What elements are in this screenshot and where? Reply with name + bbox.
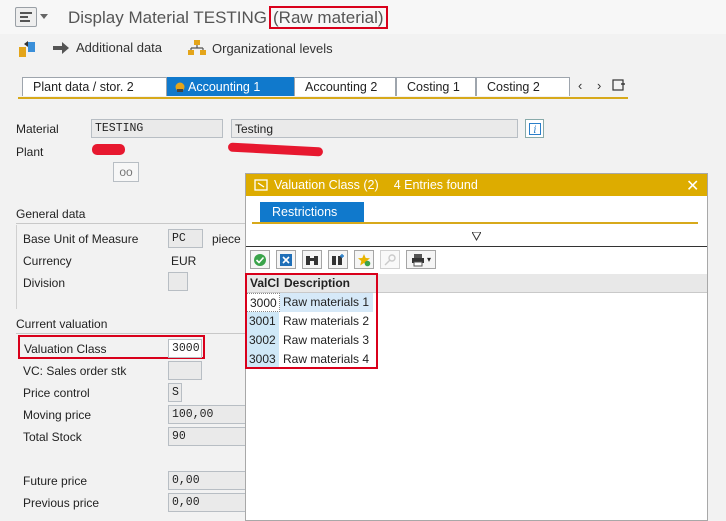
- restrictions-bar: [252, 222, 698, 224]
- print-button[interactable]: ▾: [406, 250, 436, 269]
- menu-chevron-icon[interactable]: [40, 14, 48, 20]
- tab-scroll-right-icon[interactable]: ›: [597, 78, 601, 93]
- current-valuation-title: Current valuation: [16, 317, 108, 331]
- tab-list-icon[interactable]: [612, 78, 626, 95]
- check-icon: [254, 253, 266, 266]
- tab-label: Accounting 1: [188, 80, 261, 94]
- popup-entries-found: 4 Entries found: [393, 178, 478, 192]
- plant-label: Plant: [16, 145, 44, 159]
- current-valuation-header: Current valuation: [16, 317, 246, 334]
- material-label: Material: [16, 122, 59, 136]
- expand-restrictions-icon[interactable]: [471, 230, 482, 242]
- org-chart-icon: [188, 40, 206, 55]
- menu-button[interactable]: [15, 7, 37, 27]
- close-icon[interactable]: ✕: [686, 176, 699, 196]
- svg-text:i: i: [533, 125, 536, 135]
- price-control-field[interactable]: S: [168, 383, 182, 402]
- key-button[interactable]: [380, 250, 400, 269]
- org-levels-label: Organizational levels: [212, 40, 333, 56]
- tab-status-icon: [175, 82, 185, 92]
- plant-value-redacted: [92, 144, 125, 155]
- chevron-down-icon: ▾: [426, 255, 431, 264]
- popup-window-icon: [254, 179, 268, 191]
- popup-title: Valuation Class (2): [274, 178, 379, 192]
- tab-label: Costing 1: [407, 80, 460, 94]
- cancel-button[interactable]: [276, 250, 296, 269]
- tab-scroll-left-icon[interactable]: ‹: [578, 78, 582, 93]
- switch-view-button[interactable]: [18, 40, 38, 58]
- popup-header[interactable]: Valuation Class (2) 4 Entries found: [246, 174, 707, 196]
- menu-icon: [20, 12, 32, 22]
- confirm-button[interactable]: [250, 250, 270, 269]
- valuation-class-field[interactable]: 3000: [168, 339, 202, 358]
- tab-label: Accounting 2: [305, 80, 378, 94]
- printer-icon: [411, 253, 424, 266]
- key-icon: [384, 253, 396, 265]
- glasses-icon[interactable]: oo: [113, 162, 139, 182]
- plant-name-redacted: [227, 142, 324, 157]
- binoculars-icon: [306, 255, 318, 265]
- material-type-highlight: (Raw material): [269, 6, 388, 29]
- page-title: Display Material TESTING (Raw material): [68, 6, 388, 29]
- division-field[interactable]: [168, 272, 188, 291]
- total-stock-label: Total Stock: [23, 430, 82, 444]
- tab-label: Plant data / stor. 2: [33, 80, 134, 94]
- previous-price-field[interactable]: 0,00: [168, 493, 246, 512]
- price-control-label: Price control: [23, 386, 90, 400]
- base-uom-text: piece: [212, 232, 241, 246]
- base-uom-field[interactable]: PC: [168, 229, 203, 248]
- additional-data-label: Additional data: [76, 40, 163, 55]
- binoculars-plus-icon: [332, 253, 344, 265]
- future-price-label: Future price: [23, 474, 88, 488]
- switch-view-icon: [19, 41, 35, 57]
- results-highlight: [245, 273, 378, 369]
- future-price-field[interactable]: 0,00: [168, 471, 246, 490]
- moving-price-label: Moving price: [23, 408, 92, 422]
- previous-price-label: Previous price: [23, 496, 100, 510]
- moving-price-field[interactable]: 100,00: [168, 405, 246, 424]
- restrictions-tab[interactable]: Restrictions: [260, 202, 364, 222]
- org-levels-button[interactable]: Organizational levels: [188, 40, 333, 56]
- star-plus-icon: [358, 253, 371, 266]
- tab-plant-data-stor-2[interactable]: Plant data / stor. 2: [22, 77, 167, 96]
- material-description-field[interactable]: Testing: [231, 119, 518, 138]
- page-title-text: Display Material TESTING: [68, 8, 268, 27]
- currency-label: Currency: [23, 254, 72, 268]
- valuation-class-label: Valuation Class: [24, 342, 107, 356]
- find-button[interactable]: [302, 250, 322, 269]
- add-favorite-button[interactable]: [354, 250, 374, 269]
- info-button[interactable]: i: [525, 119, 544, 138]
- info-icon: i: [528, 122, 541, 135]
- division-label: Division: [23, 276, 66, 290]
- additional-data-button[interactable]: Additional data: [52, 40, 162, 55]
- tab-costing-1[interactable]: Costing 1: [396, 77, 476, 96]
- general-data-title: General data: [16, 207, 86, 221]
- vc-sales-order-label: VC: Sales order stk: [23, 364, 127, 378]
- base-uom-label: Base Unit of Measure: [23, 232, 139, 246]
- tab-label: Costing 2: [487, 80, 540, 94]
- tab-accounting-1[interactable]: Accounting 1: [167, 77, 294, 96]
- material-field[interactable]: TESTING: [91, 119, 223, 138]
- cancel-icon: [280, 253, 292, 266]
- tab-costing-2[interactable]: Costing 2: [476, 77, 570, 96]
- vc-sales-order-field[interactable]: [168, 361, 202, 380]
- general-data-header: General data: [16, 207, 246, 224]
- tab-accounting-2[interactable]: Accounting 2: [294, 77, 396, 96]
- find-next-button[interactable]: [328, 250, 348, 269]
- general-data-border: [16, 225, 17, 309]
- valuation-class-popup: Valuation Class (2) 4 Entries found ✕ Re…: [245, 173, 708, 521]
- arrow-right-icon: [53, 41, 69, 54]
- currency-value: EUR: [171, 254, 197, 268]
- total-stock-field[interactable]: 90: [168, 427, 246, 446]
